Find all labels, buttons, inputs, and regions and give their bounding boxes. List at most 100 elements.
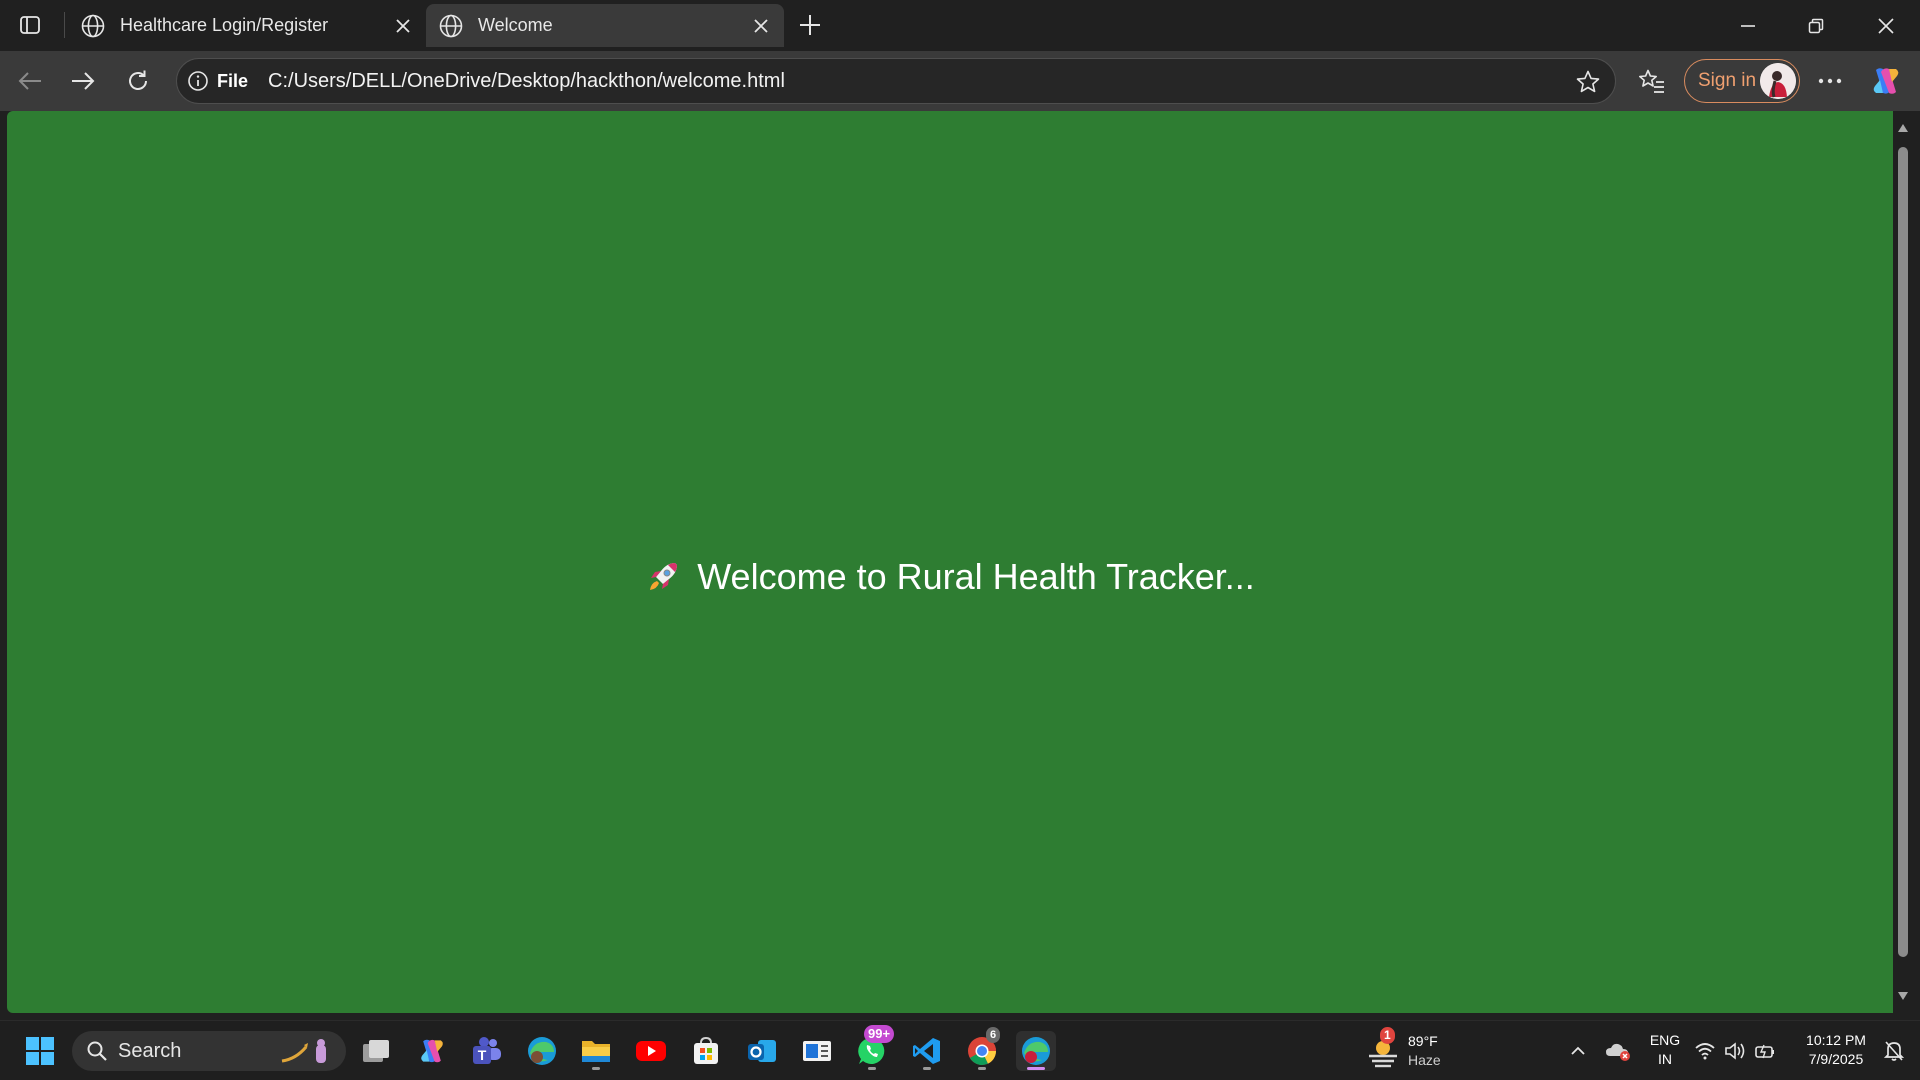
arrow-left-icon: [18, 72, 41, 90]
chevron-up-icon: [1571, 1046, 1585, 1055]
favorites-button[interactable]: [1634, 63, 1670, 99]
more-menu-button[interactable]: [1812, 63, 1848, 99]
onedrive-button[interactable]: [1598, 1031, 1638, 1071]
tab-actions-button[interactable]: [12, 10, 48, 40]
teams-button[interactable]: T: [467, 1031, 507, 1071]
scroll-down-arrow-icon[interactable]: [1897, 991, 1909, 1001]
close-tab-button[interactable]: [750, 15, 772, 37]
search-highlight-icon: [281, 1039, 326, 1063]
close-icon: [396, 18, 410, 33]
clock-time: 10:12 PM: [1806, 1032, 1866, 1048]
scroll-thumb[interactable]: [1898, 147, 1908, 957]
chrome-button[interactable]: 6: [962, 1027, 1002, 1071]
scrollbar[interactable]: [1893, 111, 1913, 1013]
language-code: ENG: [1649, 1032, 1681, 1048]
notification-bell-icon: [1884, 1041, 1904, 1061]
welcome-message: Welcome to Rural Health Tracker...: [7, 556, 1893, 598]
whatsapp-button[interactable]: 99+: [852, 1025, 895, 1071]
weather-alert-badge: 1: [1380, 1027, 1395, 1044]
youtube-icon: [636, 1041, 666, 1061]
forward-button[interactable]: [65, 63, 101, 99]
tab-actions-icon: [20, 16, 40, 34]
youtube-button[interactable]: [631, 1031, 671, 1071]
start-button[interactable]: [20, 1031, 60, 1071]
copilot-icon: [1873, 68, 1899, 94]
edge-icon: [1022, 1037, 1050, 1065]
back-button[interactable]: [12, 63, 48, 99]
page-content: Welcome to Rural Health Tracker...: [7, 111, 1893, 1013]
edge-active-button[interactable]: [1016, 1031, 1056, 1071]
news-icon: [803, 1041, 831, 1061]
volume-icon: [1725, 1042, 1745, 1060]
edge-icon: [528, 1037, 556, 1065]
taskbar-search[interactable]: Search: [72, 1031, 346, 1071]
restore-button[interactable]: [1782, 0, 1850, 51]
profile-picture-icon: [1760, 63, 1796, 99]
copilot-app-button[interactable]: [412, 1031, 452, 1071]
temperature: 89°F: [1408, 1033, 1438, 1049]
vscode-button[interactable]: [907, 1031, 947, 1071]
outlook-icon: [748, 1040, 776, 1062]
language-indicator[interactable]: ENG IN: [1640, 1031, 1690, 1069]
copilot-button[interactable]: [1868, 63, 1904, 99]
tab-strip: Healthcare Login/Register Welcome: [0, 0, 1920, 51]
close-tab-button[interactable]: [392, 15, 414, 37]
info-icon: [188, 71, 208, 91]
site-info-button[interactable]: File: [187, 64, 262, 98]
news-app-button[interactable]: [797, 1031, 837, 1071]
show-hidden-icons-button[interactable]: [1558, 1031, 1598, 1071]
store-icon: [694, 1036, 718, 1064]
reload-icon: [129, 70, 147, 90]
restore-icon: [1808, 18, 1824, 33]
sign-in-label: Sign in: [1698, 70, 1757, 91]
url-text[interactable]: C:/Users/DELL/OneDrive/Desktop/hackthon/…: [268, 70, 785, 93]
task-view-icon: [363, 1040, 389, 1062]
star-icon: [1576, 70, 1600, 93]
notifications-button[interactable]: [1876, 1031, 1912, 1071]
sign-in-button[interactable]: Sign in: [1684, 59, 1800, 103]
svg-text:T: T: [478, 1047, 487, 1063]
tab-divider: [64, 12, 65, 38]
weather-text: 89°F Haze: [1408, 1032, 1441, 1070]
running-indicator: [868, 1067, 876, 1070]
tab-welcome[interactable]: Welcome: [426, 4, 784, 47]
new-tab-button[interactable]: [792, 10, 828, 40]
favorite-button[interactable]: [1573, 67, 1603, 97]
globe-icon: [439, 14, 463, 37]
wifi-icon: [1695, 1043, 1715, 1060]
close-window-button[interactable]: [1852, 0, 1920, 51]
tab-healthcare-login[interactable]: Healthcare Login/Register: [68, 4, 426, 47]
browser-toolbar: File C:/Users/DELL/OneDrive/Desktop/hack…: [0, 51, 1920, 111]
folder-icon: [582, 1041, 610, 1062]
avatar: [1760, 63, 1796, 99]
more-icon: [1818, 78, 1842, 84]
battery-icon: [1755, 1044, 1774, 1059]
notification-badge: 6: [986, 1027, 1001, 1043]
edge-profile-button[interactable]: [522, 1031, 562, 1071]
taskbar: Search T 99+ 6 1 89°F Haze ENG IN 10:12 …: [0, 1020, 1920, 1080]
teams-icon: T: [473, 1037, 501, 1064]
tab-label: Healthcare Login/Register: [120, 15, 329, 35]
scroll-up-arrow-icon[interactable]: [1897, 123, 1909, 133]
address-bar[interactable]: File C:/Users/DELL/OneDrive/Desktop/hack…: [176, 58, 1616, 104]
screen: Healthcare Login/Register Welcome File C…: [0, 0, 1920, 1080]
search-icon: [87, 1041, 107, 1061]
weather-widget[interactable]: 1 89°F Haze: [1366, 1027, 1476, 1073]
globe-icon: [81, 14, 105, 37]
close-icon: [754, 18, 768, 33]
outlook-button[interactable]: [742, 1031, 782, 1071]
onedrive-error-icon: [1606, 1043, 1630, 1061]
welcome-text: Welcome to Rural Health Tracker...: [697, 556, 1255, 597]
minimize-button[interactable]: [1714, 0, 1782, 51]
running-indicator: [592, 1067, 600, 1070]
weather-condition: Haze: [1408, 1052, 1441, 1068]
file-explorer-button[interactable]: [576, 1031, 616, 1071]
reload-button[interactable]: [120, 63, 156, 99]
task-view-button[interactable]: [356, 1031, 396, 1071]
copilot-icon: [421, 1039, 443, 1063]
store-button[interactable]: [686, 1031, 726, 1071]
quick-settings-button[interactable]: [1690, 1031, 1780, 1071]
clock[interactable]: 10:12 PM 7/9/2025: [1796, 1031, 1876, 1069]
windows-logo-icon: [26, 1037, 54, 1065]
keyboard-region: IN: [1658, 1051, 1672, 1067]
